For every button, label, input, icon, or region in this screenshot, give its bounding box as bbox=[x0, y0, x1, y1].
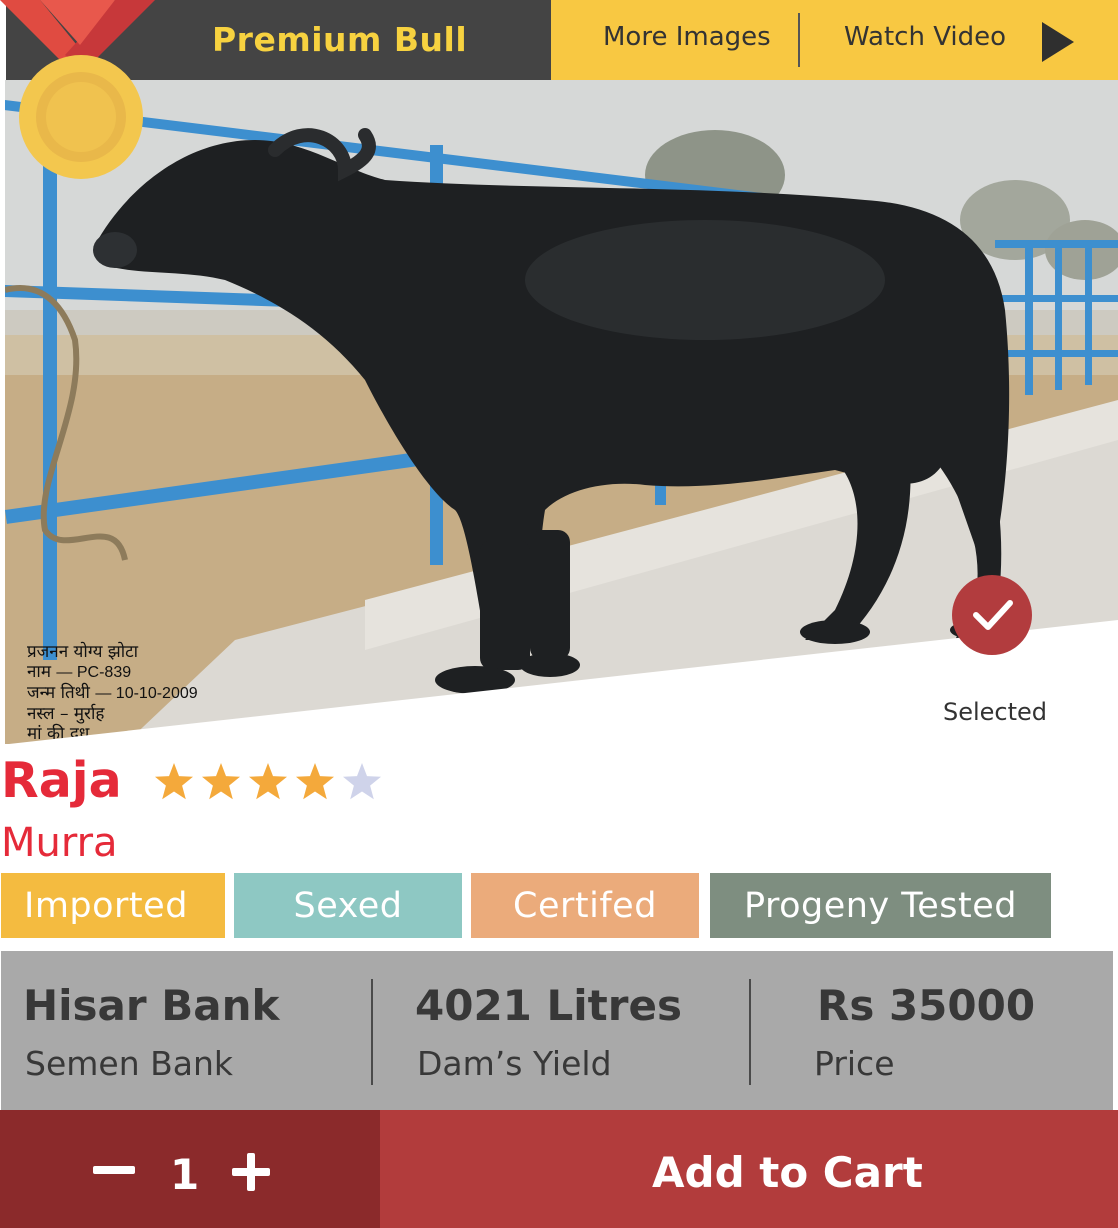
selected-check-icon[interactable] bbox=[952, 575, 1032, 655]
info-bar: Hisar Bank Semen Bank 4021 Litres Dam’s … bbox=[1, 951, 1113, 1111]
star-empty-icon bbox=[342, 762, 389, 806]
star-filled-icon bbox=[201, 762, 248, 806]
info-dams-yield: 4021 Litres Dam’s Yield bbox=[373, 951, 749, 1111]
tag-certified: Certifed bbox=[471, 873, 699, 938]
star-filled-icon bbox=[154, 762, 201, 806]
quantity-value: 1 bbox=[170, 1150, 200, 1199]
semen-bank-value: Hisar Bank bbox=[23, 981, 280, 1030]
price-label: Price bbox=[814, 1044, 895, 1083]
animal-name: Raja bbox=[1, 752, 122, 809]
add-to-cart-button[interactable]: Add to Cart bbox=[380, 1110, 1118, 1228]
photo-diagonal-cut bbox=[0, 620, 1118, 760]
tag-imported: Imported bbox=[1, 873, 225, 938]
animal-breed: Murra bbox=[1, 820, 118, 866]
star-filled-icon bbox=[295, 762, 342, 806]
decrease-quantity-button[interactable] bbox=[88, 1150, 140, 1190]
star-filled-icon bbox=[248, 762, 295, 806]
tag-sexed: Sexed bbox=[234, 873, 462, 938]
dams-yield-label: Dam’s Yield bbox=[417, 1044, 612, 1083]
selected-label: Selected bbox=[943, 698, 1048, 726]
rating-stars bbox=[154, 762, 389, 806]
semen-bank-label: Semen Bank bbox=[25, 1044, 233, 1083]
medal-icon bbox=[0, 0, 155, 179]
increase-quantity-button[interactable] bbox=[230, 1150, 274, 1194]
price-value: Rs 35000 bbox=[817, 981, 1036, 1030]
tag-progeny-tested: Progeny Tested bbox=[710, 873, 1051, 938]
quantity-stepper: 1 bbox=[0, 1110, 380, 1228]
info-price: Rs 35000 Price bbox=[751, 951, 1113, 1111]
add-to-cart-label: Add to Cart bbox=[652, 1148, 923, 1197]
info-semen-bank: Hisar Bank Semen Bank bbox=[1, 951, 371, 1111]
dams-yield-value: 4021 Litres bbox=[415, 981, 682, 1030]
check-icon bbox=[973, 600, 1013, 630]
